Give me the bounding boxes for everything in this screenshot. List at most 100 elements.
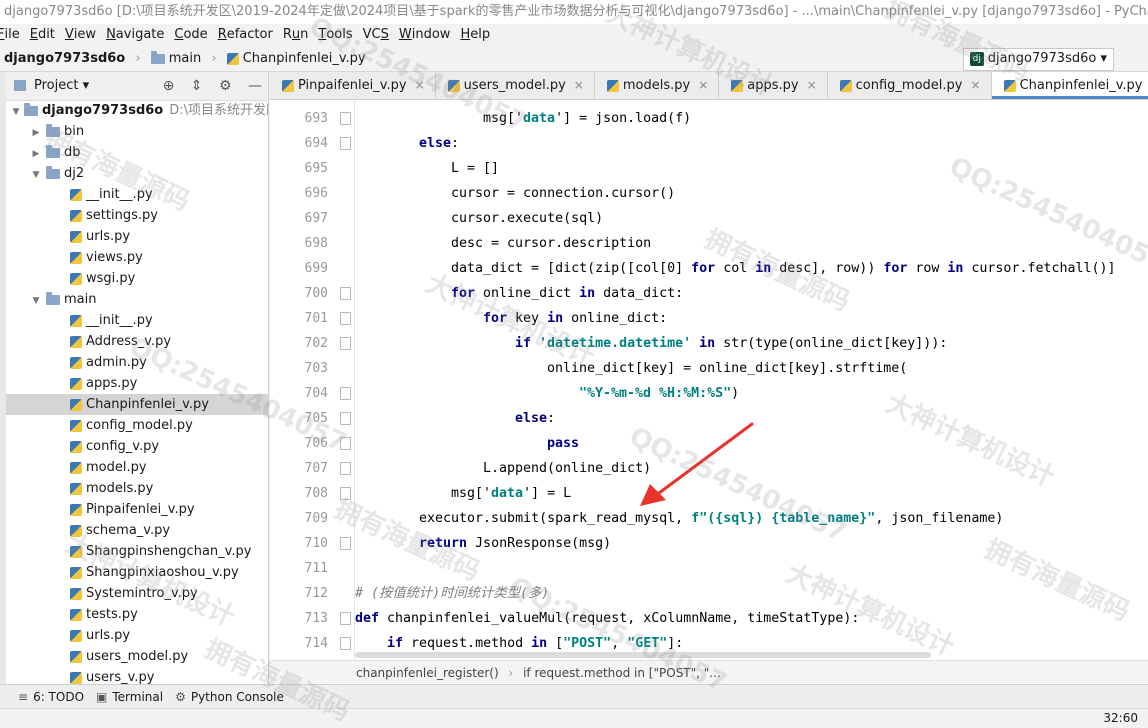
tree-file[interactable]: apps.py: [6, 373, 268, 394]
menu-item[interactable]: Run: [278, 24, 314, 46]
code-line[interactable]: cursor = connection.cursor(): [451, 181, 675, 206]
menu-item[interactable]: Refactor: [213, 24, 278, 46]
editor-tab[interactable]: config_model.py ×: [828, 72, 992, 99]
tree-file[interactable]: urls.py: [6, 226, 268, 247]
editor-tab[interactable]: Pinpaifenlei_v.py ×: [270, 72, 436, 99]
menu-item[interactable]: Tools: [313, 24, 357, 46]
fold-marker-icon[interactable]: [340, 387, 351, 400]
code-line[interactable]: online_dict[key] = online_dict[key].strf…: [547, 356, 907, 381]
tree-file[interactable]: users_v.py: [6, 667, 268, 684]
tree-file[interactable]: __init__.py: [6, 310, 268, 331]
code-line[interactable]: "%Y-%m-%d %H:%M:%S"): [579, 381, 739, 406]
tree-folder[interactable]: ▶ bin: [6, 121, 268, 142]
close-tab-icon[interactable]: ×: [574, 78, 584, 92]
code-line[interactable]: for key in online_dict:: [483, 306, 667, 331]
tree-file[interactable]: wsgi.py: [6, 268, 268, 289]
close-tab-icon[interactable]: ×: [415, 78, 425, 92]
fold-marker-icon[interactable]: [340, 287, 351, 300]
gear-icon[interactable]: ⚙: [219, 78, 232, 94]
locate-icon[interactable]: ⊕: [163, 78, 175, 94]
code-line[interactable]: data_dict = [dict(zip([col[0] for col in…: [451, 256, 1116, 281]
close-tab-icon[interactable]: ×: [807, 78, 817, 92]
tree-file[interactable]: urls.py: [6, 625, 268, 646]
editor-tab[interactable]: apps.py ×: [719, 72, 828, 99]
tree-file[interactable]: Shangpinxiaoshou_v.py: [6, 562, 268, 583]
expand-arrow-icon[interactable]: ▶: [30, 123, 42, 144]
tree-file[interactable]: tests.py: [6, 604, 268, 625]
terminal-button[interactable]: ▣ Terminal: [96, 685, 163, 709]
close-tab-icon[interactable]: ×: [971, 78, 981, 92]
code-line[interactable]: desc = cursor.description: [451, 231, 651, 256]
code-line[interactable]: pass: [547, 431, 579, 456]
menu-item[interactable]: File: [0, 24, 25, 46]
expand-arrow-icon[interactable]: ▼: [30, 165, 42, 186]
code-line[interactable]: msg['data'] = json.load(f): [483, 106, 691, 131]
tree-file[interactable]: config_v.py: [6, 436, 268, 457]
tree-file[interactable]: schema_v.py: [6, 520, 268, 541]
hide-icon[interactable]: —: [248, 78, 262, 94]
tree-file[interactable]: Systemintro_v.py: [6, 583, 268, 604]
nav-file[interactable]: Chanpinfenlei_v.py: [226, 46, 366, 72]
run-config-select[interactable]: dj django7973sd6o ▾: [962, 48, 1114, 71]
tree-folder[interactable]: ▼ main: [6, 289, 268, 310]
editor-tab[interactable]: models.py ×: [595, 72, 720, 99]
fold-marker-icon[interactable]: [340, 312, 351, 325]
todo-button[interactable]: ≡ 6: TODO: [18, 685, 84, 709]
tree-file[interactable]: model.py: [6, 457, 268, 478]
tree-file[interactable]: Chanpinfenlei_v.py: [6, 394, 268, 415]
horizontal-scrollbar[interactable]: [355, 652, 931, 658]
menu-item[interactable]: View: [60, 24, 101, 46]
fold-marker-icon[interactable]: [340, 537, 351, 550]
code-line[interactable]: else:: [515, 406, 555, 431]
fold-marker-icon[interactable]: [340, 637, 351, 650]
fold-marker-icon[interactable]: [340, 612, 351, 625]
breadcrumb-function[interactable]: chanpinfenlei_register(): [356, 666, 499, 680]
expand-arrow-icon[interactable]: ▼: [30, 291, 42, 312]
code-line[interactable]: executor.submit(spark_read_mysql, f"({sq…: [419, 506, 1003, 531]
code-line[interactable]: L = []: [451, 156, 499, 181]
tree-file[interactable]: Shangpinshengchan_v.py: [6, 541, 268, 562]
fold-marker-icon[interactable]: [340, 412, 351, 425]
code-line[interactable]: L.append(online_dict): [483, 456, 651, 481]
tree-file[interactable]: Pinpaifenlei_v.py: [6, 499, 268, 520]
expand-arrow-icon[interactable]: ▼: [10, 102, 22, 123]
tree-file[interactable]: users_model.py: [6, 646, 268, 667]
close-tab-icon[interactable]: ×: [698, 78, 708, 92]
fold-marker-icon[interactable]: [340, 437, 351, 450]
fold-marker-icon[interactable]: [340, 487, 351, 500]
expand-arrow-icon[interactable]: ▶: [30, 144, 42, 165]
menu-item[interactable]: Navigate: [101, 24, 169, 46]
editor-tab[interactable]: Chanpinfenlei_v.py×: [991, 72, 1148, 99]
code-line[interactable]: # (按值统计)时间统计类型(多): [355, 581, 549, 606]
tree-file[interactable]: Address_v.py: [6, 331, 268, 352]
tree-file[interactable]: __init__.py: [6, 184, 268, 205]
tree-folder[interactable]: ▶ db: [6, 142, 268, 163]
tree-file[interactable]: admin.py: [6, 352, 268, 373]
tree-root[interactable]: ▼django7973sd6oD:\项目系统开发区\2019: [6, 100, 268, 121]
tree-file[interactable]: config_model.py: [6, 415, 268, 436]
code-line[interactable]: return JsonResponse(msg): [419, 531, 611, 556]
code-line[interactable]: if 'datetime.datetime' in str(type(onlin…: [515, 331, 947, 356]
project-view-select[interactable]: Project ▾: [34, 78, 89, 93]
caret-position[interactable]: 32:60: [1103, 709, 1138, 727]
tree-file[interactable]: models.py: [6, 478, 268, 499]
nav-folder[interactable]: main: [150, 46, 201, 72]
breadcrumb-condition[interactable]: if request.method in ["POST", "...: [523, 666, 721, 680]
code-line[interactable]: def chanpinfenlei_valueMul(request, xCol…: [355, 606, 859, 631]
tree-file[interactable]: views.py: [6, 247, 268, 268]
fold-marker-icon[interactable]: [340, 137, 351, 150]
menu-item[interactable]: Window: [394, 24, 456, 46]
menu-item[interactable]: VCS: [358, 24, 394, 46]
editor-tab[interactable]: users_model.py ×: [436, 72, 595, 99]
menu-item[interactable]: Help: [455, 24, 495, 46]
python-console-button[interactable]: ⚙ Python Console: [175, 685, 284, 709]
tree-folder[interactable]: ▼ dj2: [6, 163, 268, 184]
fold-marker-icon[interactable]: [340, 462, 351, 475]
menu-item[interactable]: Code: [169, 24, 212, 46]
collapse-icon[interactable]: ⇕: [191, 78, 203, 94]
nav-project[interactable]: django7973sd6o: [4, 46, 125, 72]
fold-marker-icon[interactable]: [340, 112, 351, 125]
tree-file[interactable]: settings.py: [6, 205, 268, 226]
code-line[interactable]: cursor.execute(sql): [451, 206, 603, 231]
fold-marker-icon[interactable]: [340, 337, 351, 350]
